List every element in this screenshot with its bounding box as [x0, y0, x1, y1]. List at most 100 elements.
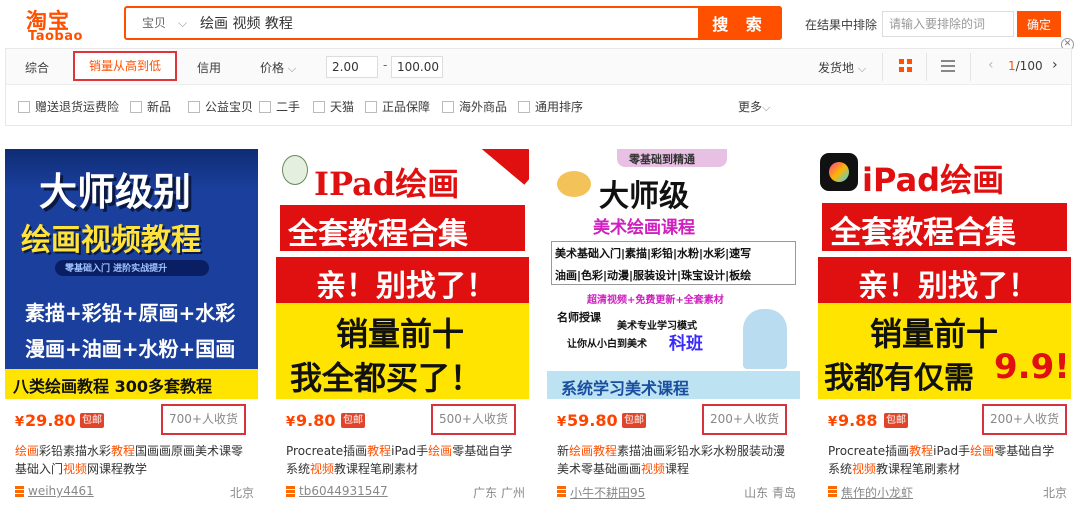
filter-label: 通用排序: [535, 100, 584, 114]
image-text: 大师级: [599, 179, 689, 214]
shop-icon: [557, 486, 566, 497]
price-value: 59.80: [567, 411, 618, 430]
price-range-dash: -: [383, 58, 388, 72]
image-text: 大师级别: [39, 170, 192, 214]
search-type-dropdown[interactable]: 宝贝 ⌵: [126, 8, 196, 38]
price-min-input[interactable]: [326, 56, 378, 78]
grid-view-icon[interactable]: [899, 59, 913, 73]
product-card[interactable]: iPad绘画 全套教程合集 亲！别找了！ 销量前十 我都有仅需 9.9! ¥9.…: [818, 149, 1071, 507]
title-keyword: 教程: [111, 444, 136, 458]
product-price: ¥59.80: [557, 411, 618, 430]
checkbox-icon: [313, 101, 325, 113]
sort-bar: 综合 销量从高到低 信用 价格 ⌵ - 发货地 ⌵ ‹ 1/100 ›: [6, 49, 1071, 85]
shop-icon: [286, 486, 295, 497]
shop-icon: [828, 486, 837, 497]
more-label: 更多: [738, 100, 763, 114]
chevron-left-icon[interactable]: ‹: [988, 57, 994, 73]
product-card[interactable]: 大师级别 绘画视频教程 零基础入门 进阶实战提升 素描+彩铅+原画+水彩 漫画+…: [5, 149, 258, 507]
exclude-label: 在结果中排除: [805, 18, 878, 32]
sales-count: 200+人收货: [982, 404, 1067, 435]
shop-icon: [15, 486, 24, 497]
shop-name[interactable]: tb6044931547: [299, 484, 388, 498]
product-title[interactable]: Procreate插画教程iPad手绘画零基础自学系统视频教课程笔刷素材: [286, 442, 524, 478]
filter-label: 公益宝贝: [205, 100, 254, 114]
ship-from-label: 发货地: [818, 61, 855, 75]
product-image[interactable]: IPad绘画 全套教程合集 亲！别找了！ 销量前十 我全都买了！: [276, 149, 529, 399]
filter-new[interactable]: 新品: [130, 98, 171, 115]
image-text: 漫画+油画+水粉+国画: [25, 337, 236, 361]
product-card[interactable]: IPad绘画 全套教程合集 亲！别找了！ 销量前十 我全都买了！ ¥9.80 包…: [276, 149, 529, 507]
filter-label: 天猫: [330, 100, 355, 114]
title-text: 彩铅素描水彩: [39, 444, 112, 458]
image-text: IPad绘画: [314, 165, 460, 203]
logo-english: Taobao: [28, 29, 83, 44]
sales-count: 700+人收货: [161, 404, 246, 435]
title-text: 网课程教学: [87, 462, 148, 476]
image-text: 销量前十: [336, 315, 465, 353]
title-text: 新: [557, 444, 570, 458]
filter-general-sort[interactable]: 通用排序: [518, 98, 583, 115]
sort-default[interactable]: 综合: [25, 59, 49, 76]
filter-charity[interactable]: 公益宝贝: [188, 98, 253, 115]
location: 山东 青岛: [744, 486, 796, 500]
image-text: 让你从小白到美术: [567, 339, 647, 350]
product-title[interactable]: 新绘画教程素描油画彩铅水彩水粉服装动漫美术零基础画画视频课程: [557, 442, 795, 478]
image-text: 零基础到精通: [629, 153, 695, 166]
filter-secondhand[interactable]: 二手: [259, 98, 300, 115]
title-text: Procreate插画: [828, 444, 910, 458]
product-image[interactable]: 大师级别 绘画视频教程 零基础入门 进阶实战提升 素描+彩铅+原画+水彩 漫画+…: [5, 149, 258, 399]
shop-name[interactable]: weihy4461: [28, 484, 94, 498]
currency-symbol: ¥: [828, 415, 838, 430]
filter-genuine[interactable]: 正品保障: [365, 98, 430, 115]
title-keyword: 视频: [310, 462, 335, 476]
exclude-input[interactable]: [882, 11, 1014, 37]
chevron-down-icon: ⌵: [287, 62, 297, 75]
checkbox-icon: [130, 101, 142, 113]
filter-panel: 综合 销量从高到低 信用 价格 ⌵ - 发货地 ⌵ ‹ 1/100 › 赠送退货…: [5, 48, 1072, 126]
product-grid: 大师级别 绘画视频教程 零基础入门 进阶实战提升 素描+彩铅+原画+水彩 漫画+…: [0, 140, 1080, 507]
chevron-right-icon[interactable]: ›: [1052, 57, 1058, 73]
product-card[interactable]: 零基础到精通 大师级 美术绘画课程 美术基础入门|素描|彩铅|水粉|水彩|速写 …: [547, 149, 800, 507]
sort-by-price[interactable]: 价格 ⌵: [260, 59, 296, 76]
search-input[interactable]: [200, 8, 698, 38]
image-text: 亲！别找了！: [858, 269, 1038, 304]
checkbox-icon: [18, 101, 30, 113]
sales-count: 200+人收货: [702, 404, 787, 435]
title-keyword: 视频: [852, 462, 877, 476]
product-title[interactable]: Procreate插画教程iPad手绘画零基础自学系统视频教课程笔刷素材: [828, 442, 1066, 478]
divider: [926, 53, 927, 81]
ship-from-dropdown[interactable]: 发货地 ⌵: [818, 59, 866, 76]
sort-by-sales[interactable]: 销量从高到低: [73, 51, 177, 81]
filter-label: 正品保障: [382, 100, 431, 114]
product-title[interactable]: 绘画彩铅素描水彩教程国画画原画美术课零基础入门视频网课程教学: [15, 442, 253, 478]
product-price: ¥9.80: [286, 411, 336, 430]
filter-tmall[interactable]: 天猫: [313, 98, 354, 115]
image-text: 零基础入门 进阶实战提升: [65, 264, 168, 274]
shop-name[interactable]: 小牛不耕田95: [570, 484, 645, 501]
current-page: 1: [1008, 59, 1016, 73]
image-text: 全套教程合集: [830, 215, 1016, 251]
free-shipping-badge: 包邮: [622, 413, 646, 428]
price-max-input[interactable]: [391, 56, 443, 78]
price-value: 29.80: [25, 411, 76, 430]
filter-label: 新品: [147, 100, 172, 114]
image-text: 我全都买了！: [290, 359, 483, 397]
exclude-confirm-button[interactable]: 确定: [1017, 11, 1061, 37]
image-text: iPad绘画: [862, 161, 1005, 199]
chevron-down-icon: ⌵: [178, 16, 188, 30]
list-view-icon[interactable]: [941, 59, 955, 73]
image-text: 9.9!: [994, 347, 1070, 387]
sort-by-credit[interactable]: 信用: [197, 59, 221, 76]
chevron-down-icon: ⌵: [762, 101, 771, 114]
filter-return-insurance[interactable]: 赠送退货运费险: [18, 98, 119, 115]
title-keyword: 教程: [367, 444, 392, 458]
filter-overseas[interactable]: 海外商品: [442, 98, 507, 115]
pager-text: 1/100: [1008, 59, 1043, 73]
product-image[interactable]: iPad绘画 全套教程合集 亲！别找了！ 销量前十 我都有仅需 9.9!: [818, 149, 1071, 399]
taobao-logo[interactable]: 淘宝 Taobao: [22, 4, 92, 44]
more-filters-dropdown[interactable]: 更多⌵: [738, 98, 770, 115]
shop-name[interactable]: 焦作的小龙虾: [841, 484, 913, 501]
product-image[interactable]: 零基础到精通 大师级 美术绘画课程 美术基础入门|素描|彩铅|水粉|水彩|速写 …: [547, 149, 800, 399]
search-button[interactable]: 搜 索: [698, 6, 782, 40]
painter-illustration: [743, 309, 787, 369]
